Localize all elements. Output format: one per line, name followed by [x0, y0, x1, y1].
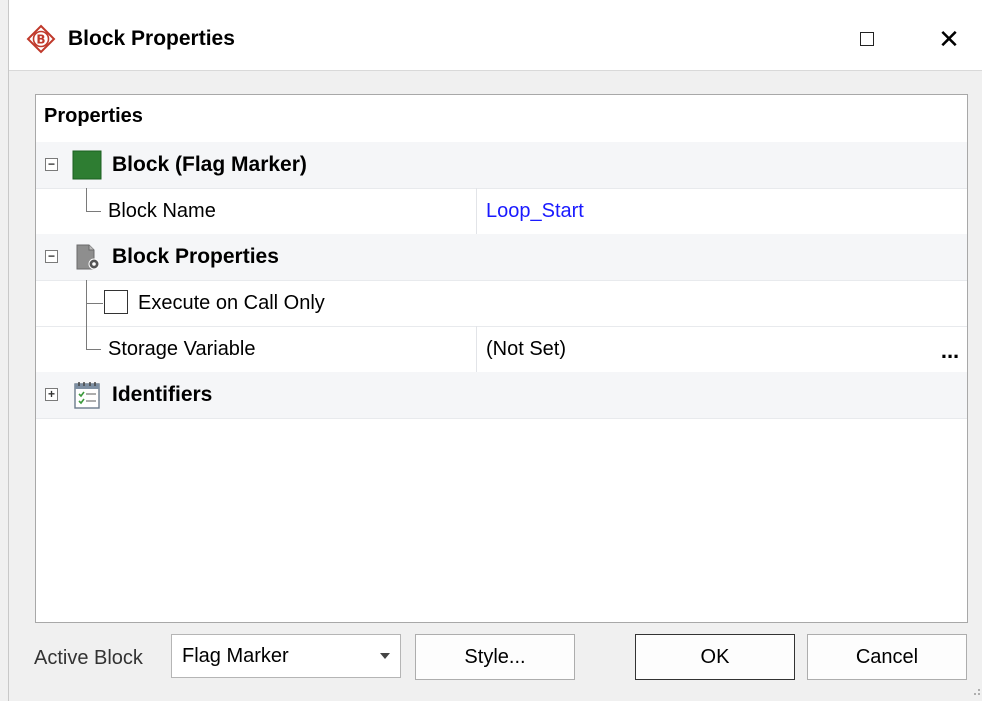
- active-block-dropdown[interactable]: Flag Marker: [171, 634, 401, 678]
- tree-connector: [86, 326, 101, 350]
- property-row-execute-on-call-only[interactable]: Execute on Call Only: [36, 280, 967, 327]
- maximize-button[interactable]: [847, 22, 887, 56]
- resize-grip-icon[interactable]: [971, 688, 981, 698]
- property-label: Block Name: [108, 200, 216, 222]
- document-gear-icon: [76, 244, 100, 270]
- ok-button[interactable]: OK: [635, 634, 795, 680]
- collapse-icon[interactable]: −: [45, 250, 58, 263]
- calendar-checklist-icon: [74, 382, 100, 409]
- chevron-down-icon: [380, 653, 390, 659]
- style-button[interactable]: Style...: [415, 634, 575, 680]
- block-name-value[interactable]: Loop_Start: [486, 188, 584, 234]
- grid-header: Properties: [44, 105, 143, 127]
- property-row-block-name[interactable]: Block Name Loop_Start: [36, 188, 967, 235]
- property-grid: Properties − Block (Flag Marker) Block N…: [35, 94, 968, 623]
- column-divider: [476, 326, 477, 372]
- close-button[interactable]: ✕: [929, 22, 969, 56]
- execute-on-call-only-checkbox[interactable]: [104, 290, 128, 314]
- property-row-storage-variable[interactable]: Storage Variable (Not Set) ...: [36, 326, 967, 373]
- storage-variable-value[interactable]: (Not Set): [486, 326, 566, 372]
- category-identifiers[interactable]: + Identifiers: [36, 372, 967, 419]
- property-label: Storage Variable: [108, 338, 256, 360]
- category-block-properties[interactable]: − Block Properties: [36, 234, 967, 281]
- cancel-button[interactable]: Cancel: [807, 634, 967, 680]
- maximize-icon: [860, 32, 874, 46]
- property-label: Execute on Call Only: [138, 292, 325, 314]
- expand-icon[interactable]: +: [45, 388, 58, 401]
- title-bar: B Block Properties ✕: [9, 0, 982, 71]
- category-block-flag-marker[interactable]: − Block (Flag Marker): [36, 142, 967, 189]
- tree-connector: [86, 280, 103, 304]
- category-label: Block Properties: [112, 245, 279, 268]
- svg-text:B: B: [36, 33, 45, 47]
- tree-connector: [86, 188, 101, 212]
- active-block-label: Active Block: [34, 647, 143, 669]
- column-divider: [476, 188, 477, 234]
- active-block-value: Flag Marker: [182, 645, 289, 667]
- green-square-icon: [72, 150, 102, 180]
- block-properties-dialog: B Block Properties ✕ Properties − Block …: [8, 0, 982, 701]
- category-label: Block (Flag Marker): [112, 153, 307, 176]
- dialog-title: Block Properties: [68, 27, 235, 50]
- storage-variable-browse-button[interactable]: ...: [934, 336, 966, 366]
- category-label: Identifiers: [112, 383, 213, 406]
- tree-connector-continue: [86, 303, 87, 326]
- b-diamond-icon: B: [26, 24, 56, 54]
- collapse-icon[interactable]: −: [45, 158, 58, 171]
